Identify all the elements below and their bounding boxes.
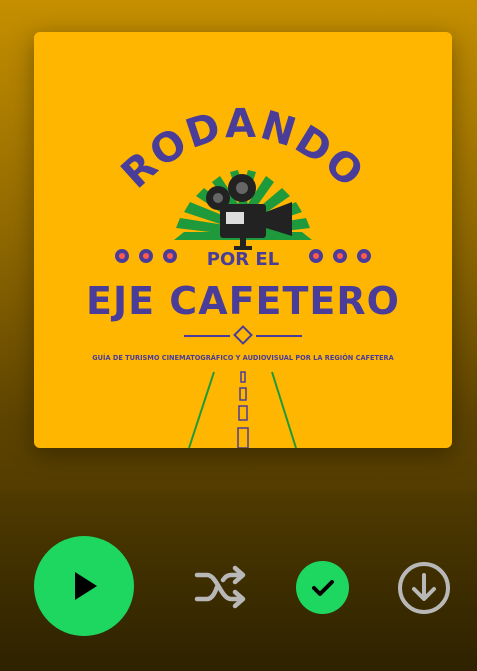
cover-title-middle: POR EL — [207, 249, 279, 270]
download-circle-icon — [398, 562, 450, 614]
play-button[interactable] — [34, 536, 134, 636]
shuffle-icon — [194, 565, 246, 609]
playlist-screen: RODANDO POR EL EJE CAFETERO GUÍA DE TURI… — [0, 0, 477, 671]
cover-subtitle: GUÍA DE TURISMO CINEMATOGRÁFICO Y AUDIOV… — [92, 353, 394, 362]
download-button[interactable] — [395, 559, 453, 617]
album-cover-art: RODANDO POR EL EJE CAFETERO GUÍA DE TURI… — [34, 32, 452, 448]
play-icon — [75, 572, 97, 600]
saved-to-library-button[interactable] — [296, 561, 349, 614]
cover-title-main: EJE CAFETERO — [86, 279, 400, 323]
shuffle-button[interactable] — [190, 559, 254, 615]
check-icon — [311, 579, 334, 596]
cover-illustration: RODANDO POR EL EJE CAFETERO GUÍA DE TURI… — [34, 32, 452, 448]
